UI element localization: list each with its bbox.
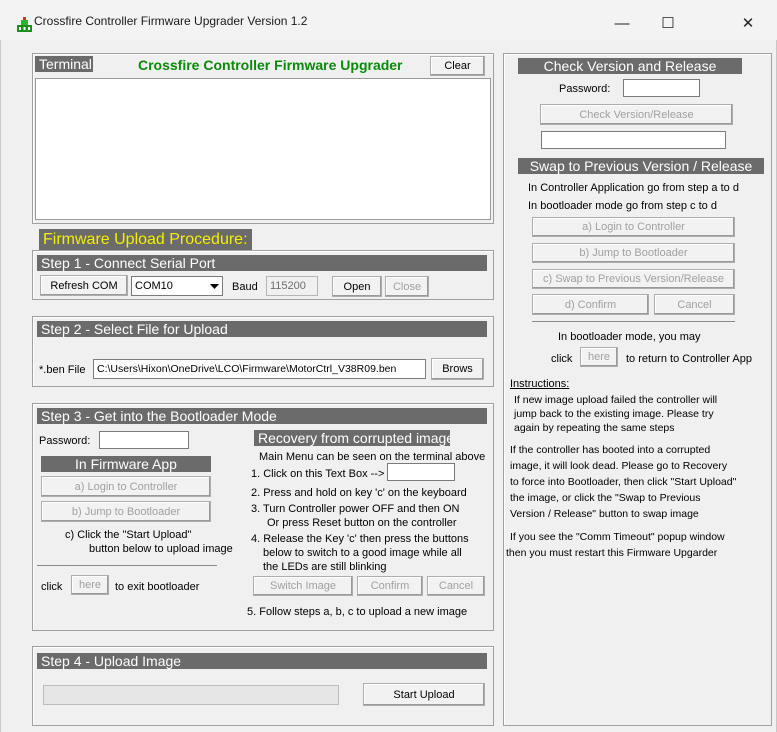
recovery-step5: 5. Follow steps a, b, c to upload a new … bbox=[247, 606, 468, 618]
instruction-line: then you must restart this Firmware Upga… bbox=[506, 547, 718, 559]
swap-divider bbox=[532, 321, 735, 322]
start-upload-button[interactable]: Start Upload bbox=[363, 683, 485, 706]
com-select-value: COM10 bbox=[135, 280, 173, 292]
terminal-label: Terminal bbox=[35, 56, 93, 72]
com-select[interactable]: COM10 bbox=[131, 276, 223, 296]
instruction-line: again by repeating the same steps bbox=[514, 422, 675, 434]
instruction-line: If the controller has booted into a corr… bbox=[510, 444, 711, 456]
recovery-title: Recovery from corrupted image bbox=[254, 430, 450, 446]
window-title: Crossfire Controller Firmware Upgrader V… bbox=[34, 14, 308, 28]
step1-panel: Step 1 - Connect Serial Port Refresh COM… bbox=[32, 250, 494, 300]
baud-label: Baud bbox=[232, 281, 258, 293]
password-label: Password: bbox=[39, 435, 91, 447]
recovery-step1: 1. Click on this Text Box --> bbox=[251, 468, 385, 480]
swap-cancel-button[interactable]: Cancel bbox=[654, 294, 735, 315]
instruction-line: to force into Bootloader, then click "St… bbox=[510, 476, 737, 488]
swap-version-title: Swap to Previous Version / Release bbox=[518, 158, 764, 174]
recovery-key-field[interactable] bbox=[387, 463, 455, 481]
terminal-heading: Crossfire Controller Firmware Upgrader bbox=[138, 57, 403, 73]
swap-confirm-button[interactable]: d) Confirm bbox=[532, 294, 649, 315]
open-button[interactable]: Open bbox=[332, 276, 382, 297]
instruction-line: If you see the "Comm Timeout" popup wind… bbox=[510, 531, 725, 543]
swap-info-app: In Controller Application go from step a… bbox=[528, 182, 739, 194]
instruction-line: the image, or click the "Swap to Previou… bbox=[510, 492, 701, 504]
file-path-field[interactable]: C:\Users\Hixon\OneDrive\LCO\Firmware\Mot… bbox=[93, 359, 426, 379]
step3-panel: Step 3 - Get into the Bootloader Mode Pa… bbox=[32, 403, 494, 631]
right-panel: Check Version and Release Password: Chec… bbox=[503, 53, 772, 726]
clear-button[interactable]: Clear bbox=[430, 56, 485, 76]
step3-title: Step 3 - Get into the Bootloader Mode bbox=[37, 408, 487, 424]
instruction-line: jump back to the existing image. Please … bbox=[514, 408, 714, 420]
terminal-output[interactable] bbox=[35, 78, 491, 220]
close-button[interactable]: ✕ bbox=[725, 8, 771, 38]
instruction-line: image, it will look dead. Please go to R… bbox=[510, 460, 728, 472]
swap-info-bootloader: In bootloader mode go from step c to d bbox=[528, 200, 717, 212]
swap-jump-button[interactable]: b) Jump to Bootloader bbox=[532, 243, 735, 263]
recovery-step4c: the LEDs are still blinking bbox=[263, 561, 387, 573]
right-password-field[interactable] bbox=[623, 79, 700, 97]
step2-title: Step 2 - Select File for Upload bbox=[37, 321, 487, 337]
login-controller-button[interactable]: a) Login to Controller bbox=[41, 476, 211, 497]
return-click-text: click bbox=[551, 353, 573, 365]
step2-panel: Step 2 - Select File for Upload *.ben Fi… bbox=[32, 316, 494, 387]
step4-title: Step 4 - Upload Image bbox=[37, 653, 487, 669]
baud-field[interactable]: 115200 bbox=[266, 276, 318, 296]
recovery-confirm-button[interactable]: Confirm bbox=[357, 576, 423, 596]
minimize-button[interactable]: — bbox=[599, 8, 645, 38]
procedure-heading: Firmware Upload Procedure: bbox=[39, 229, 252, 250]
password-field[interactable] bbox=[99, 431, 189, 449]
in-firmware-app-title: In Firmware App bbox=[41, 456, 211, 472]
exit-bootloader-text: to exit bootloader bbox=[115, 581, 200, 593]
divider bbox=[37, 565, 217, 566]
chevron-down-icon bbox=[210, 284, 219, 289]
browse-button[interactable]: Brows bbox=[431, 358, 484, 380]
bootloader-note: In bootloader mode, you may bbox=[558, 331, 701, 343]
close-port-button[interactable]: Close bbox=[385, 276, 429, 297]
check-version-button[interactable]: Check Version/Release bbox=[540, 104, 733, 125]
recovery-step3b: Or press Reset button on the controller bbox=[267, 517, 457, 529]
title-bar: Crossfire Controller Firmware Upgrader V… bbox=[0, 0, 777, 40]
right-password-label: Password: bbox=[559, 83, 611, 95]
refresh-com-button[interactable]: Refresh COM bbox=[40, 275, 128, 296]
file-label: *.ben File bbox=[39, 364, 86, 376]
upload-progress-bar bbox=[43, 685, 339, 705]
swap-login-button[interactable]: a) Login to Controller bbox=[532, 217, 735, 237]
return-here-button[interactable]: here bbox=[580, 347, 618, 367]
terminal-panel: Terminal Crossfire Controller Firmware U… bbox=[32, 53, 494, 224]
exit-click-text: click bbox=[41, 581, 63, 593]
swap-previous-button[interactable]: c) Swap to Previous Version/Release bbox=[532, 269, 735, 289]
start-upload-hint-line2: button below to upload image bbox=[89, 543, 233, 555]
client-area: Terminal Crossfire Controller Firmware U… bbox=[0, 40, 777, 732]
instructions-title: Instructions: bbox=[510, 378, 570, 390]
version-output-field[interactable] bbox=[541, 131, 726, 149]
instruction-line: If new image upload failed the controlle… bbox=[514, 394, 718, 406]
start-upload-hint-line1: c) Click the "Start Upload" bbox=[65, 529, 192, 541]
check-version-title: Check Version and Release bbox=[518, 58, 742, 74]
return-text: to return to Controller App bbox=[626, 353, 752, 365]
instruction-line: Version / Release" button to swap image bbox=[510, 508, 699, 520]
recovery-step3a: 3. Turn Controller power OFF and then ON bbox=[251, 503, 460, 515]
maximize-button[interactable]: ☐ bbox=[645, 8, 691, 38]
step1-title: Step 1 - Connect Serial Port bbox=[37, 255, 487, 271]
exit-bootloader-here-button[interactable]: here bbox=[71, 575, 109, 595]
recovery-step4b: below to switch to a good image while al… bbox=[263, 547, 462, 559]
recovery-step4a: 4. Release the Key 'c' then press the bu… bbox=[251, 533, 469, 545]
recovery-step2: 2. Press and hold on key 'c' on the keyb… bbox=[251, 487, 467, 499]
recovery-main-menu-text: Main Menu can be seen on the terminal ab… bbox=[259, 451, 486, 463]
jump-bootloader-button[interactable]: b) Jump to Bootloader bbox=[41, 501, 211, 522]
step4-panel: Step 4 - Upload Image Start Upload bbox=[32, 646, 494, 726]
app-icon bbox=[17, 17, 32, 32]
recovery-cancel-button[interactable]: Cancel bbox=[427, 576, 485, 596]
switch-image-button[interactable]: Switch Image bbox=[253, 576, 353, 596]
